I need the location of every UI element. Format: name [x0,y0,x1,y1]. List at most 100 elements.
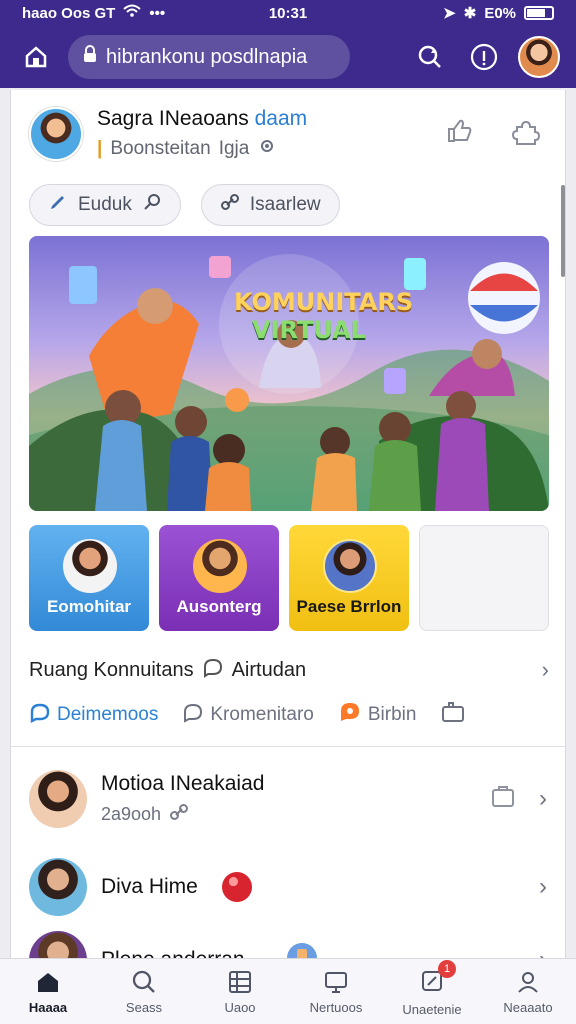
pen-icon [48,192,68,218]
tab-label: Nertuoos [309,1000,363,1015]
search-icon [132,970,155,993]
list-item-text: Motioa INeakaiad 2a9ooh [101,772,264,827]
notification-badge: 1 [438,959,456,978]
red-ball-icon [221,872,252,902]
list-item-title: Plene anderran [101,948,245,958]
scroll-thumb[interactable] [561,185,565,277]
location-icon: ➤ [443,5,456,22]
tab-search[interactable]: Seass [101,968,187,1015]
bottom-tab-bar: Haaaa Seass Uaoo Nertuoos 1 Unaetenie Ne… [0,958,576,1024]
home-icon [25,46,47,68]
top-actions [410,36,560,78]
comment-icon [182,701,204,729]
profile-icon [518,972,538,993]
home-icon [38,973,58,992]
home-button[interactable] [16,37,56,77]
card-eomohitar[interactable]: Eomohitar [29,525,149,631]
section-divider [11,746,565,747]
tab-notifications[interactable]: 1 Unaetenie [389,959,475,1017]
notifications-wrapper: 1 [418,959,456,998]
profile-name-highlight: daam [254,106,308,130]
status-left: haao Oos GT ••• [22,4,165,22]
card-ausonterg[interactable]: Ausonterg [159,525,279,631]
profile-subtitle-main: Boonsteitan [110,137,211,159]
address-text: hibrankonu posdlnapia [106,45,308,68]
user-avatar-button[interactable] [518,36,560,78]
card-label: Ausonterg [176,597,262,616]
tab-label: Uaoo [224,1000,256,1015]
profile-subtitle: | Boonsteitan Igja [97,136,307,162]
card-label: Paese Brrlon [296,597,402,616]
list-item[interactable]: Motioa INeakaiad 2a9ooh › [29,755,549,843]
status-right: ➤ ✱ E0% [443,4,554,22]
link-icon [169,802,189,827]
status-time: 10:31 [268,4,308,22]
chip-isaarlew[interactable]: Isaarlew [200,184,340,226]
chip-row: Euduk Isaarlew [29,184,340,226]
save-icon[interactable] [489,783,517,816]
community-banner[interactable]: KOMUNITARS VIRTUAL [29,236,549,511]
bluetooth-icon: ✱ [463,5,477,22]
profile-header: Sagra INeaoans daam | Boonsteitan Igja [29,102,549,166]
filter-birbin[interactable]: Birbin [338,700,417,730]
tab-label: Unaetenie [402,1001,462,1017]
member-list: Motioa INeakaiad 2a9ooh › Diva Hime › [29,755,549,958]
filter-deimemoos[interactable]: Deimemoos [29,701,158,729]
more-icon: ••• [149,4,166,22]
like-button[interactable] [445,117,473,152]
settings-icon [257,136,277,162]
filter-label: Birbin [367,704,417,725]
banner-illustration [29,254,549,511]
info-icon [470,43,498,71]
profile-name: Sagra INeaoans daam [97,107,307,131]
community-room-row[interactable]: Ruang Konnuitans Airtudan › [29,655,549,685]
chip-euduk-label: Euduk [78,194,132,215]
chevron-right-icon[interactable]: › [539,946,547,958]
filter-kromenitaro[interactable]: Kromenitaro [182,701,314,729]
profile-subtitle-extra: Igja [218,137,250,159]
link-icon [220,192,240,218]
chip-euduk[interactable]: Euduk [29,184,181,226]
info-button[interactable] [464,37,504,77]
address-bar[interactable]: hibrankonu posdlnapia [68,35,350,79]
tab-profile[interactable]: Neaaato [485,968,571,1015]
search-icon [142,192,162,218]
monitor-icon [325,972,347,993]
tab-label: Seass [125,1000,163,1015]
puzzle-button[interactable] [511,117,541,152]
tab-home[interactable]: Haaaa [5,968,91,1015]
section-title: Ruang Konnuitans [29,658,194,681]
chevron-right-icon[interactable]: › [539,873,547,901]
list-item[interactable]: Plene anderran › [29,931,549,958]
list-item-text: Plene anderran [101,948,245,958]
refresh-search-button[interactable] [410,37,450,77]
thumb-box-icon[interactable] [440,699,466,731]
list-item[interactable]: Diva Hime › [29,843,549,931]
list-item-title: Motioa INeakaiad [101,771,265,795]
chip-isaarlew-label: Isaarlew [249,194,321,215]
section-extra: Airtudan [231,658,307,681]
chat-icon [202,656,224,684]
thumb-up-icon [448,119,472,142]
card-empty[interactable] [419,525,549,631]
banner-title: KOMUNITARS VIRTUAL [234,288,414,344]
list-item-title: Diva Hime [101,875,198,898]
main-content: Sagra INeaoans daam | Boonsteitan Igja E… [10,90,566,958]
list-item-text: Diva Hime [101,875,198,899]
filter-label: Deimemoos [57,704,159,725]
filter-row: Deimemoos Kromenitaro Birbin [29,700,549,730]
tab-network[interactable]: Nertuoos [293,968,379,1015]
profile-name-main: Sagra INeaoans [97,106,249,130]
card-avatar [193,539,247,593]
battery-label: E0% [484,4,516,22]
battery-icon [524,6,554,20]
banner-title-sub: VIRTUAL [252,316,366,344]
profile-text: Sagra INeaoans daam | Boonsteitan Igja [97,107,307,162]
list-item-subtitle: 2a9ooh [101,802,264,827]
chevron-right-icon[interactable]: › [539,785,547,813]
profile-avatar[interactable] [29,107,83,161]
banner-title-main: KOMUNITARS [234,288,414,316]
tab-videos[interactable]: Uaoo [197,968,283,1015]
card-paese-brrlon[interactable]: Paese Brrlon [289,525,409,631]
wifi-icon [123,4,142,22]
